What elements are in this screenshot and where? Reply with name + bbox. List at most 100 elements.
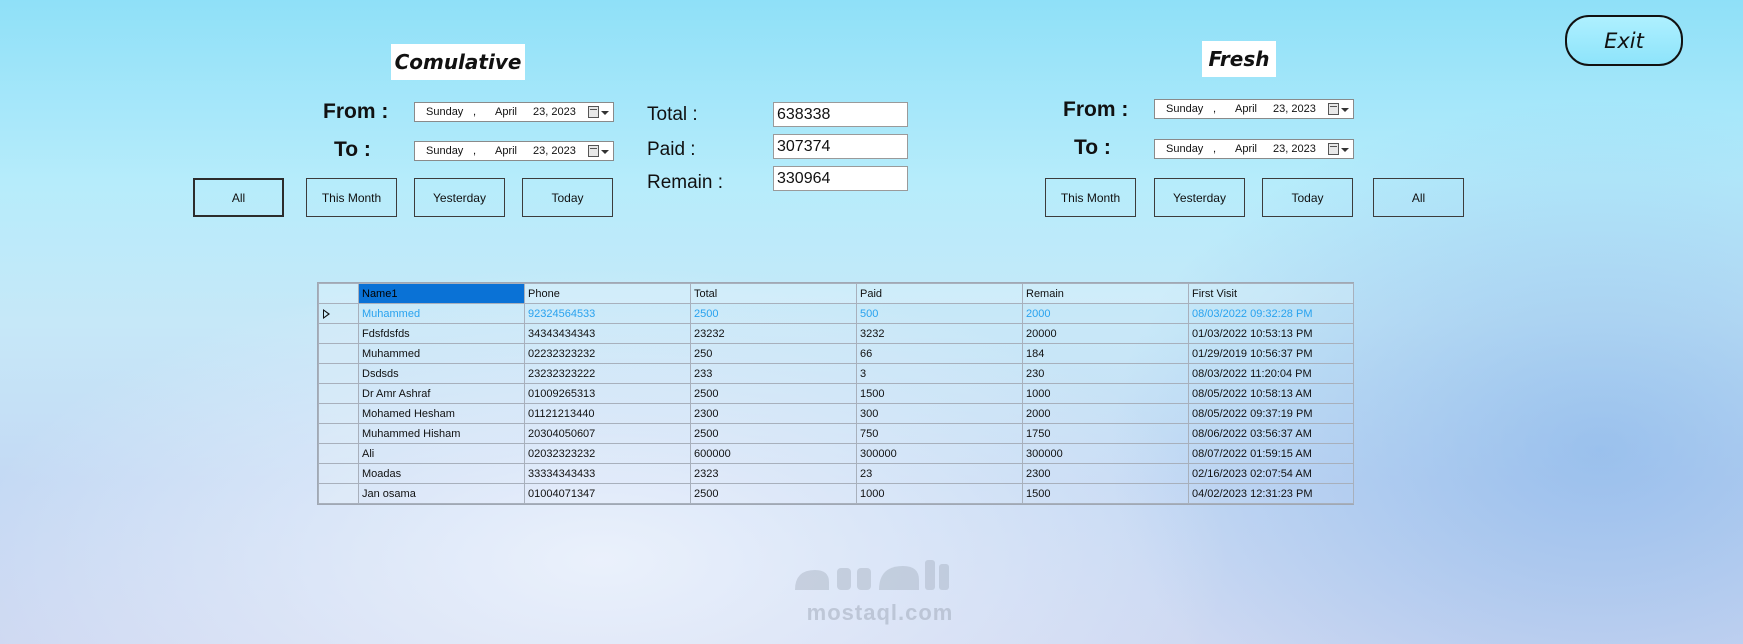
cell-total[interactable]: 600000 <box>690 443 857 464</box>
cell-paid[interactable]: 1000 <box>856 483 1023 504</box>
calendar-icon[interactable] <box>588 145 599 157</box>
cell-remain[interactable]: 1500 <box>1022 483 1189 504</box>
cell-total[interactable]: 2300 <box>690 403 857 424</box>
calendar-icon[interactable] <box>1328 103 1339 115</box>
table-row[interactable]: Moadas 33334343433 2323 23 2300 02/16/20… <box>318 463 1354 484</box>
cell-name[interactable]: Dr Amr Ashraf <box>358 383 525 404</box>
cell-first-visit[interactable]: 08/06/2022 03:56:37 AM <box>1188 423 1354 444</box>
row-header-corner[interactable] <box>318 283 359 304</box>
cell-first-visit[interactable]: 02/16/2023 02:07:54 AM <box>1188 463 1354 484</box>
cell-paid[interactable]: 23 <box>856 463 1023 484</box>
cell-total[interactable]: 23232 <box>690 323 857 344</box>
cell-first-visit[interactable]: 01/03/2022 10:53:13 PM <box>1188 323 1354 344</box>
cell-phone[interactable]: 02232323232 <box>524 343 691 364</box>
table-row[interactable]: Muhammed Hisham 20304050607 2500 750 175… <box>318 423 1354 444</box>
cell-remain[interactable]: 1750 <box>1022 423 1189 444</box>
cell-paid[interactable]: 750 <box>856 423 1023 444</box>
chevron-down-icon[interactable] <box>601 111 609 115</box>
cell-remain[interactable]: 2300 <box>1022 463 1189 484</box>
cell-phone[interactable]: 01009265313 <box>524 383 691 404</box>
calendar-icon[interactable] <box>1328 143 1339 155</box>
table-row[interactable]: Dsdsds 23232323222 233 3 230 08/03/2022 … <box>318 363 1354 384</box>
cell-paid[interactable]: 66 <box>856 343 1023 364</box>
cell-remain[interactable]: 20000 <box>1022 323 1189 344</box>
cumulative-yesterday-button[interactable]: Yesterday <box>414 178 505 217</box>
cumulative-this-month-button[interactable]: This Month <box>306 178 397 217</box>
total-field[interactable]: 638338 <box>773 102 908 127</box>
cell-phone[interactable]: 01121213440 <box>524 403 691 424</box>
cumulative-to-datepicker[interactable]: Sunday , April 23, 2023 <box>414 141 614 161</box>
column-header-paid[interactable]: Paid <box>856 283 1023 304</box>
row-header[interactable] <box>318 303 359 324</box>
cell-remain[interactable]: 1000 <box>1022 383 1189 404</box>
cell-first-visit[interactable]: 08/03/2022 09:32:28 PM <box>1188 303 1354 324</box>
fresh-from-datepicker[interactable]: Sunday , April 23, 2023 <box>1154 99 1354 119</box>
cell-name[interactable]: Muhammed <box>358 303 525 324</box>
cell-phone[interactable]: 33334343433 <box>524 463 691 484</box>
cell-name[interactable]: Fdsfdsfds <box>358 323 525 344</box>
table-row[interactable]: Dr Amr Ashraf 01009265313 2500 1500 1000… <box>318 383 1354 404</box>
table-row[interactable]: Muhammed 92324564533 2500 500 2000 08/03… <box>318 303 1354 324</box>
cell-total[interactable]: 233 <box>690 363 857 384</box>
cell-remain[interactable]: 230 <box>1022 363 1189 384</box>
row-header[interactable] <box>318 423 359 444</box>
customers-grid[interactable]: Name1 Phone Total Paid Remain First Visi… <box>317 282 1354 505</box>
table-row[interactable]: Ali 02032323232 600000 300000 300000 08/… <box>318 443 1354 464</box>
cumulative-all-button[interactable]: All <box>193 178 284 217</box>
row-header[interactable] <box>318 403 359 424</box>
cell-total[interactable]: 2500 <box>690 383 857 404</box>
calendar-icon[interactable] <box>588 106 599 118</box>
cell-name[interactable]: Muhammed Hisham <box>358 423 525 444</box>
cell-first-visit[interactable]: 08/05/2022 10:58:13 AM <box>1188 383 1354 404</box>
cell-paid[interactable]: 3232 <box>856 323 1023 344</box>
table-row[interactable]: Fdsfdsfds 34343434343 23232 3232 20000 0… <box>318 323 1354 344</box>
fresh-yesterday-button[interactable]: Yesterday <box>1154 178 1245 217</box>
column-header-remain[interactable]: Remain <box>1022 283 1189 304</box>
cumulative-today-button[interactable]: Today <box>522 178 613 217</box>
fresh-to-datepicker[interactable]: Sunday , April 23, 2023 <box>1154 139 1354 159</box>
cell-name[interactable]: Muhammed <box>358 343 525 364</box>
cumulative-from-datepicker[interactable]: Sunday , April 23, 2023 <box>414 102 614 122</box>
cell-total[interactable]: 2323 <box>690 463 857 484</box>
cell-name[interactable]: Ali <box>358 443 525 464</box>
row-header[interactable] <box>318 343 359 364</box>
cell-name[interactable]: Moadas <box>358 463 525 484</box>
cell-first-visit[interactable]: 04/02/2023 12:31:23 PM <box>1188 483 1354 504</box>
cell-paid[interactable]: 3 <box>856 363 1023 384</box>
column-header-first-visit[interactable]: First Visit <box>1188 283 1354 304</box>
cell-name[interactable]: Dsdsds <box>358 363 525 384</box>
cell-first-visit[interactable]: 01/29/2019 10:56:37 PM <box>1188 343 1354 364</box>
cell-total[interactable]: 2500 <box>690 303 857 324</box>
row-header[interactable] <box>318 383 359 404</box>
table-row[interactable]: Jan osama 01004071347 2500 1000 1500 04/… <box>318 483 1354 504</box>
cell-total[interactable]: 250 <box>690 343 857 364</box>
cell-remain[interactable]: 2000 <box>1022 403 1189 424</box>
column-header-phone[interactable]: Phone <box>524 283 691 304</box>
row-header[interactable] <box>318 483 359 504</box>
exit-button[interactable]: Exit <box>1565 15 1683 66</box>
fresh-this-month-button[interactable]: This Month <box>1045 178 1136 217</box>
column-header-total[interactable]: Total <box>690 283 857 304</box>
cell-total[interactable]: 2500 <box>690 423 857 444</box>
chevron-down-icon[interactable] <box>1341 148 1349 152</box>
cell-name[interactable]: Jan osama <box>358 483 525 504</box>
cell-first-visit[interactable]: 08/05/2022 09:37:19 PM <box>1188 403 1354 424</box>
row-header[interactable] <box>318 363 359 384</box>
cell-first-visit[interactable]: 08/03/2022 11:20:04 PM <box>1188 363 1354 384</box>
remain-field[interactable]: 330964 <box>773 166 908 191</box>
cell-paid[interactable]: 300000 <box>856 443 1023 464</box>
cell-paid[interactable]: 1500 <box>856 383 1023 404</box>
cell-phone[interactable]: 23232323222 <box>524 363 691 384</box>
row-header[interactable] <box>318 463 359 484</box>
paid-field[interactable]: 307374 <box>773 134 908 159</box>
column-header-name[interactable]: Name1 <box>358 283 525 304</box>
cell-total[interactable]: 2500 <box>690 483 857 504</box>
cell-remain[interactable]: 300000 <box>1022 443 1189 464</box>
cell-paid[interactable]: 300 <box>856 403 1023 424</box>
cell-phone[interactable]: 01004071347 <box>524 483 691 504</box>
cell-paid[interactable]: 500 <box>856 303 1023 324</box>
cell-phone[interactable]: 02032323232 <box>524 443 691 464</box>
fresh-all-button[interactable]: All <box>1373 178 1464 217</box>
cell-phone[interactable]: 92324564533 <box>524 303 691 324</box>
table-row[interactable]: Muhammed 02232323232 250 66 184 01/29/20… <box>318 343 1354 364</box>
